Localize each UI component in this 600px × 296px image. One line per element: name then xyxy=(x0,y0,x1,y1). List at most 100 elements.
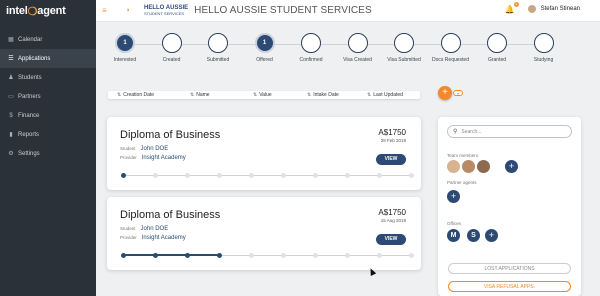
sort-name[interactable]: ⇅ Name xyxy=(190,92,210,98)
hamburger-menu-icon[interactable]: ≡ xyxy=(102,6,110,15)
progress-dot xyxy=(216,173,222,178)
step-label: Visa Submitted xyxy=(387,57,421,63)
progress-dot xyxy=(408,173,414,178)
course-price: A$1750 xyxy=(378,208,406,217)
add-office-button[interactable]: + xyxy=(485,229,498,242)
provider-row: Provider Insight Academy xyxy=(120,155,186,161)
student-name[interactable]: John DOE xyxy=(141,226,169,232)
course-title: Diploma of Business xyxy=(120,209,221,221)
user-name[interactable]: Stefan Stinean xyxy=(541,6,580,12)
progress-dot xyxy=(184,173,190,178)
progress-dot xyxy=(312,173,318,178)
provider-name[interactable]: Insight Academy xyxy=(142,235,186,241)
sort-label: Intake Date xyxy=(313,92,339,98)
offices-label: Offices xyxy=(447,221,461,226)
step-label: Docs Requested xyxy=(432,57,469,63)
notifications-button[interactable]: 🔔 1 xyxy=(505,1,519,14)
progress-dot xyxy=(120,253,126,258)
sort-value[interactable]: ⇅ Value xyxy=(253,92,272,98)
step-circle: 1 xyxy=(254,33,275,53)
step-label: Confirmed xyxy=(299,57,323,63)
progress-dot xyxy=(280,253,286,258)
header-user-area: 🔔 1 Stefan Stinean xyxy=(505,1,580,14)
step-label: Studying xyxy=(533,57,554,63)
app-logo[interactable]: intel ❍ agent xyxy=(0,0,96,22)
student-name[interactable]: John DOE xyxy=(141,146,169,152)
step-confirmed[interactable]: Confirmed xyxy=(289,33,333,63)
sort-arrows-icon: ⇅ xyxy=(190,92,195,98)
status-stepper: 1 Interested Created Submitted 1 Offered Confi… xyxy=(103,33,554,69)
step-label: Interested xyxy=(113,57,137,63)
progress-line xyxy=(123,175,411,176)
avatar[interactable] xyxy=(477,160,490,173)
sidebar-item-reports[interactable]: ▮ Reports xyxy=(0,125,96,144)
progress-dot xyxy=(216,253,222,258)
provider-label: Provider xyxy=(120,235,137,240)
progress-dot xyxy=(152,173,158,178)
step-circle xyxy=(208,33,228,53)
calendar-icon: ▦ xyxy=(8,37,14,43)
student-label: Student xyxy=(120,226,136,231)
step-label: Submitted xyxy=(206,57,230,63)
sort-label: Value xyxy=(259,92,272,98)
avatar[interactable] xyxy=(526,4,537,14)
progress-dot xyxy=(312,253,318,258)
sidebar-nav: ▦ Calendar ☰ Applications ♟ Students ▭ Partn… xyxy=(0,30,96,163)
sort-creation-date[interactable]: ⇅ Creation Date xyxy=(117,92,154,98)
progress-dot xyxy=(152,253,158,258)
search-input[interactable]: ⚲ Search... xyxy=(447,125,572,138)
sort-arrows-icon: ⇅ xyxy=(253,92,258,98)
progress-fill xyxy=(123,254,219,256)
sidebar-item-settings[interactable]: ⚙ Settings xyxy=(0,144,96,163)
step-docs-requested[interactable]: Docs Requested xyxy=(429,33,473,63)
sort-intake-date[interactable]: ⇅ Intake Date xyxy=(307,92,339,98)
view-button[interactable]: VIEW xyxy=(376,154,406,165)
add-partner-agent-button[interactable]: + xyxy=(447,190,460,203)
sidebar-item-calendar[interactable]: ▦ Calendar xyxy=(0,30,96,49)
step-studying[interactable]: Studying xyxy=(522,33,566,63)
sidebar-item-partners[interactable]: ▭ Partners xyxy=(0,87,96,106)
sort-arrows-icon: ⇅ xyxy=(367,92,372,98)
sidebar-item-finance[interactable]: $ Finance xyxy=(0,106,96,125)
step-visa-created[interactable]: Visa Created xyxy=(336,33,380,63)
reports-icon: ▮ xyxy=(9,132,13,138)
brand-logo: HELLO AUSSIE STUDENT SERVICES xyxy=(144,5,188,17)
sidebar-item-label: Applications xyxy=(18,55,51,62)
search-icon: ⚲ xyxy=(453,129,458,135)
add-application-button[interactable]: + xyxy=(438,86,452,100)
student-row: Student John DOE xyxy=(120,146,168,152)
partners-icon: ▭ xyxy=(8,94,14,100)
partner-agents-label: Partner agents xyxy=(447,180,477,185)
sidebar-item-applications[interactable]: ☰ Applications xyxy=(0,49,96,68)
chevron-down-icon[interactable]: ▾ xyxy=(453,90,463,96)
step-granted[interactable]: Granted xyxy=(475,33,519,63)
step-label: Offered xyxy=(256,57,273,63)
view-button[interactable]: VIEW xyxy=(376,234,406,245)
lost-applications-button[interactable]: LOST APPLICATIONS xyxy=(448,263,571,274)
step-created[interactable]: Created xyxy=(150,33,194,63)
step-label: Granted xyxy=(487,57,507,63)
progress-dot xyxy=(184,253,190,258)
sidebar-item-label: Partners xyxy=(18,93,41,100)
sort-last-updated[interactable]: ⇅ Last Updated xyxy=(367,92,403,98)
avatar[interactable] xyxy=(462,160,475,173)
provider-label: Provider xyxy=(120,155,137,160)
add-team-member-button[interactable]: + xyxy=(505,160,518,173)
sidebar-item-students[interactable]: ♟ Students xyxy=(0,68,96,87)
office-badge-m[interactable]: M xyxy=(447,229,460,242)
step-submitted[interactable]: Submitted xyxy=(196,33,240,63)
step-visa-submitted[interactable]: Visa Submitted xyxy=(382,33,426,63)
visa-refusal-button[interactable]: VISA REFUSAL APPS. xyxy=(448,281,571,292)
brand-line2: STUDENT SERVICES xyxy=(144,10,185,16)
office-badge-s[interactable]: S xyxy=(467,229,480,242)
step-circle xyxy=(440,33,461,53)
step-offered[interactable]: 1 Offered xyxy=(243,33,287,63)
avatar[interactable] xyxy=(447,160,460,173)
progress-dot xyxy=(344,253,350,258)
provider-row: Provider Insight Academy xyxy=(120,235,186,241)
provider-name[interactable]: Insight Academy xyxy=(142,155,186,161)
sort-label: Creation Date xyxy=(123,92,155,98)
step-circle xyxy=(533,33,554,53)
gear-icon: ⚙ xyxy=(8,151,14,157)
step-interested[interactable]: 1 Interested xyxy=(103,33,147,63)
